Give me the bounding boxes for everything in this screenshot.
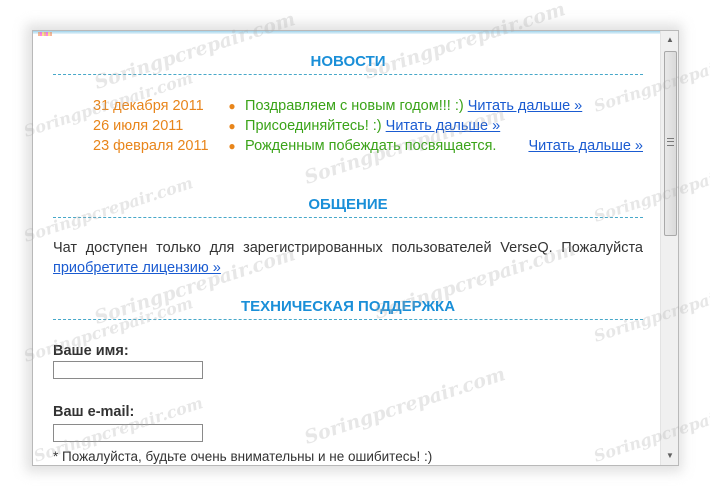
news-text: Рожденным побеждать посвящается. — [245, 138, 497, 154]
news-date: 23 февраля 2011 — [93, 138, 209, 154]
news-date: 26 июля 2011 — [93, 118, 184, 134]
corner-decoration — [38, 32, 52, 36]
chat-title: ОБЩЕНИЕ — [308, 196, 388, 213]
news-divider — [53, 74, 643, 75]
bullet-icon: ● — [228, 119, 236, 133]
news-date: 31 декабря 2011 — [93, 98, 204, 114]
support-title: ТЕХНИЧЕСКАЯ ПОДДЕРЖКА — [240, 298, 456, 315]
chat-divider — [53, 217, 643, 218]
news-read-more-link[interactable]: Читать дальше » — [468, 98, 583, 114]
news-item: 31 декабря 2011 ● Поздравляем с новым год… — [93, 97, 643, 116]
news-title: НОВОСТИ — [310, 53, 386, 70]
email-note: * Пожалуйста, будьте очень внимательны и… — [53, 449, 433, 464]
email-label: Ваш e-mail: — [53, 404, 135, 420]
email-input[interactable] — [53, 424, 203, 442]
buy-license-link[interactable]: приобретите лицензию » — [53, 260, 221, 276]
news-item: 26 июля 2011 ● Присоединяйтесь! :) Читать… — [93, 117, 643, 136]
news-read-more-label: Читать дальше » — [528, 138, 643, 154]
arrow-up-icon[interactable]: ▲ — [661, 31, 678, 48]
news-read-more-link[interactable]: Читать дальше » — [386, 118, 501, 134]
support-divider — [53, 319, 643, 320]
arrow-down-icon[interactable]: ▼ — [661, 447, 678, 464]
vertical-scrollbar[interactable]: ▲ ▼ — [660, 31, 678, 465]
bullet-icon: ● — [228, 139, 236, 153]
name-label: Ваше имя: — [53, 343, 129, 359]
content-pane: НОВОСТИ 31 декабря 2011 ● Поздравляем с н… — [33, 31, 660, 465]
chat-description: Чат доступен только для зарегистрированн… — [53, 238, 643, 278]
news-read-more-link[interactable]: Читать дальше » — [528, 137, 643, 156]
name-input[interactable] — [53, 361, 203, 379]
scrollbar-thumb[interactable] — [664, 51, 677, 236]
grip-icon — [667, 138, 674, 146]
bullet-icon: ● — [228, 99, 236, 113]
news-text: Присоединяйтесь! :) — [245, 118, 382, 134]
news-item: 23 февраля 2011 ● Рожденным побеждать пос… — [93, 137, 643, 156]
news-text: Поздравляем с новым годом!!! :) — [245, 98, 464, 114]
app-window: НОВОСТИ 31 декабря 2011 ● Поздравляем с н… — [32, 30, 679, 466]
chat-text: Чат доступен только для зарегистрированн… — [53, 240, 643, 256]
